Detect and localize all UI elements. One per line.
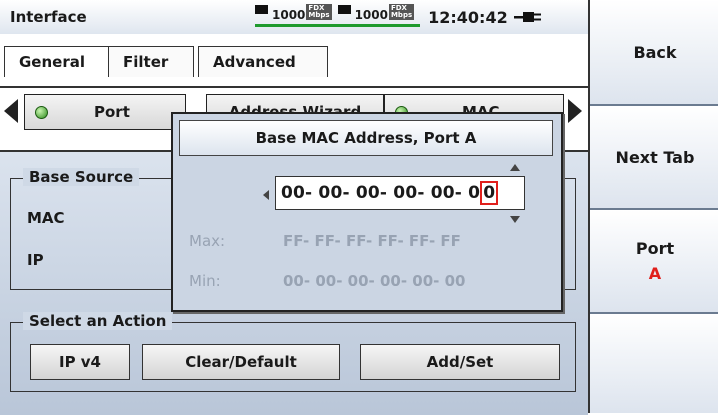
ipv4-button[interactable]: IP v4 <box>30 344 130 380</box>
min-label: Min: <box>189 272 221 290</box>
network-port-icon <box>337 4 351 14</box>
status-bar: Interface 1000 FDX Mbps 1000 FDX Mbps 12:4… <box>0 0 588 35</box>
max-value: FF- FF- FF- FF- FF- FF <box>283 232 461 250</box>
app-title: Interface <box>10 8 87 26</box>
network-port-icon <box>255 4 268 14</box>
tab-advanced[interactable]: Advanced <box>198 46 328 77</box>
scroll-right-arrow-icon[interactable] <box>568 99 582 123</box>
group-legend: Select an Action <box>23 312 173 330</box>
edit-cursor-digit[interactable]: 0 <box>480 181 499 205</box>
increment-arrow-icon[interactable] <box>510 164 520 171</box>
side-panel: Back Next Tab Port A <box>588 0 718 413</box>
dialog-title: Base MAC Address, Port A <box>179 120 553 156</box>
mac-address-input[interactable]: 00- 00- 00- 00- 00- 00 <box>275 176 525 210</box>
link-status-port-b: 1000 FDX Mbps <box>337 4 421 27</box>
button-label: IP v4 <box>58 353 101 371</box>
min-value: 00- 00- 00- 00- 00- 00 <box>283 272 466 290</box>
port-button[interactable]: Port A <box>590 210 718 314</box>
port-value: A <box>648 264 662 283</box>
link-speed: 1000 <box>354 8 388 22</box>
back-button[interactable]: Back <box>590 0 718 106</box>
clear-default-button[interactable]: Clear/Default <box>142 344 340 380</box>
fdx-mbps-badge: FDX Mbps <box>388 4 415 20</box>
scroll-left-arrow-icon[interactable] <box>4 99 18 123</box>
status-area: 1000 FDX Mbps 1000 FDX Mbps 12:40:42 <box>255 2 542 32</box>
move-left-arrow-icon[interactable] <box>263 190 269 200</box>
power-plug-icon <box>513 12 541 22</box>
link-speed: 1000 <box>272 8 306 22</box>
tab-bar: General Filter Advanced <box>0 34 588 88</box>
mac-label: MAC <box>27 209 65 227</box>
group-legend: Base Source <box>23 168 140 186</box>
button-label: Port <box>635 239 675 258</box>
fdx-mbps-badge: FDX Mbps <box>306 4 332 20</box>
ip-label: IP <box>27 251 44 269</box>
link-status-port-a: 1000 FDX Mbps <box>255 4 338 27</box>
max-label: Max: <box>189 232 226 250</box>
next-tab-button[interactable]: Next Tab <box>590 106 718 210</box>
status-led-icon <box>35 105 48 119</box>
button-label: Clear/Default <box>185 353 297 371</box>
tab-general[interactable]: General <box>4 46 120 77</box>
tab-label: General <box>19 53 85 71</box>
mac-address-dialog: Base MAC Address, Port A 00- 00- 00- 00-… <box>171 112 563 312</box>
mac-address-value: 00- 00- 00- 00- 00- 0 <box>281 183 481 203</box>
decrement-arrow-icon[interactable] <box>510 216 520 223</box>
empty-softkey[interactable] <box>590 314 718 413</box>
add-set-button[interactable]: Add/Set <box>360 344 560 380</box>
tab-label: Filter <box>123 53 169 71</box>
button-label: Next Tab <box>615 147 695 167</box>
clock: 12:40:42 <box>428 7 508 27</box>
button-label: Back <box>633 42 677 62</box>
tab-label: Advanced <box>213 53 296 71</box>
subtab-label: Port <box>94 103 130 121</box>
port-subtab[interactable]: Port <box>24 94 186 130</box>
tab-filter[interactable]: Filter <box>108 46 194 77</box>
button-label: Add/Set <box>426 353 494 371</box>
